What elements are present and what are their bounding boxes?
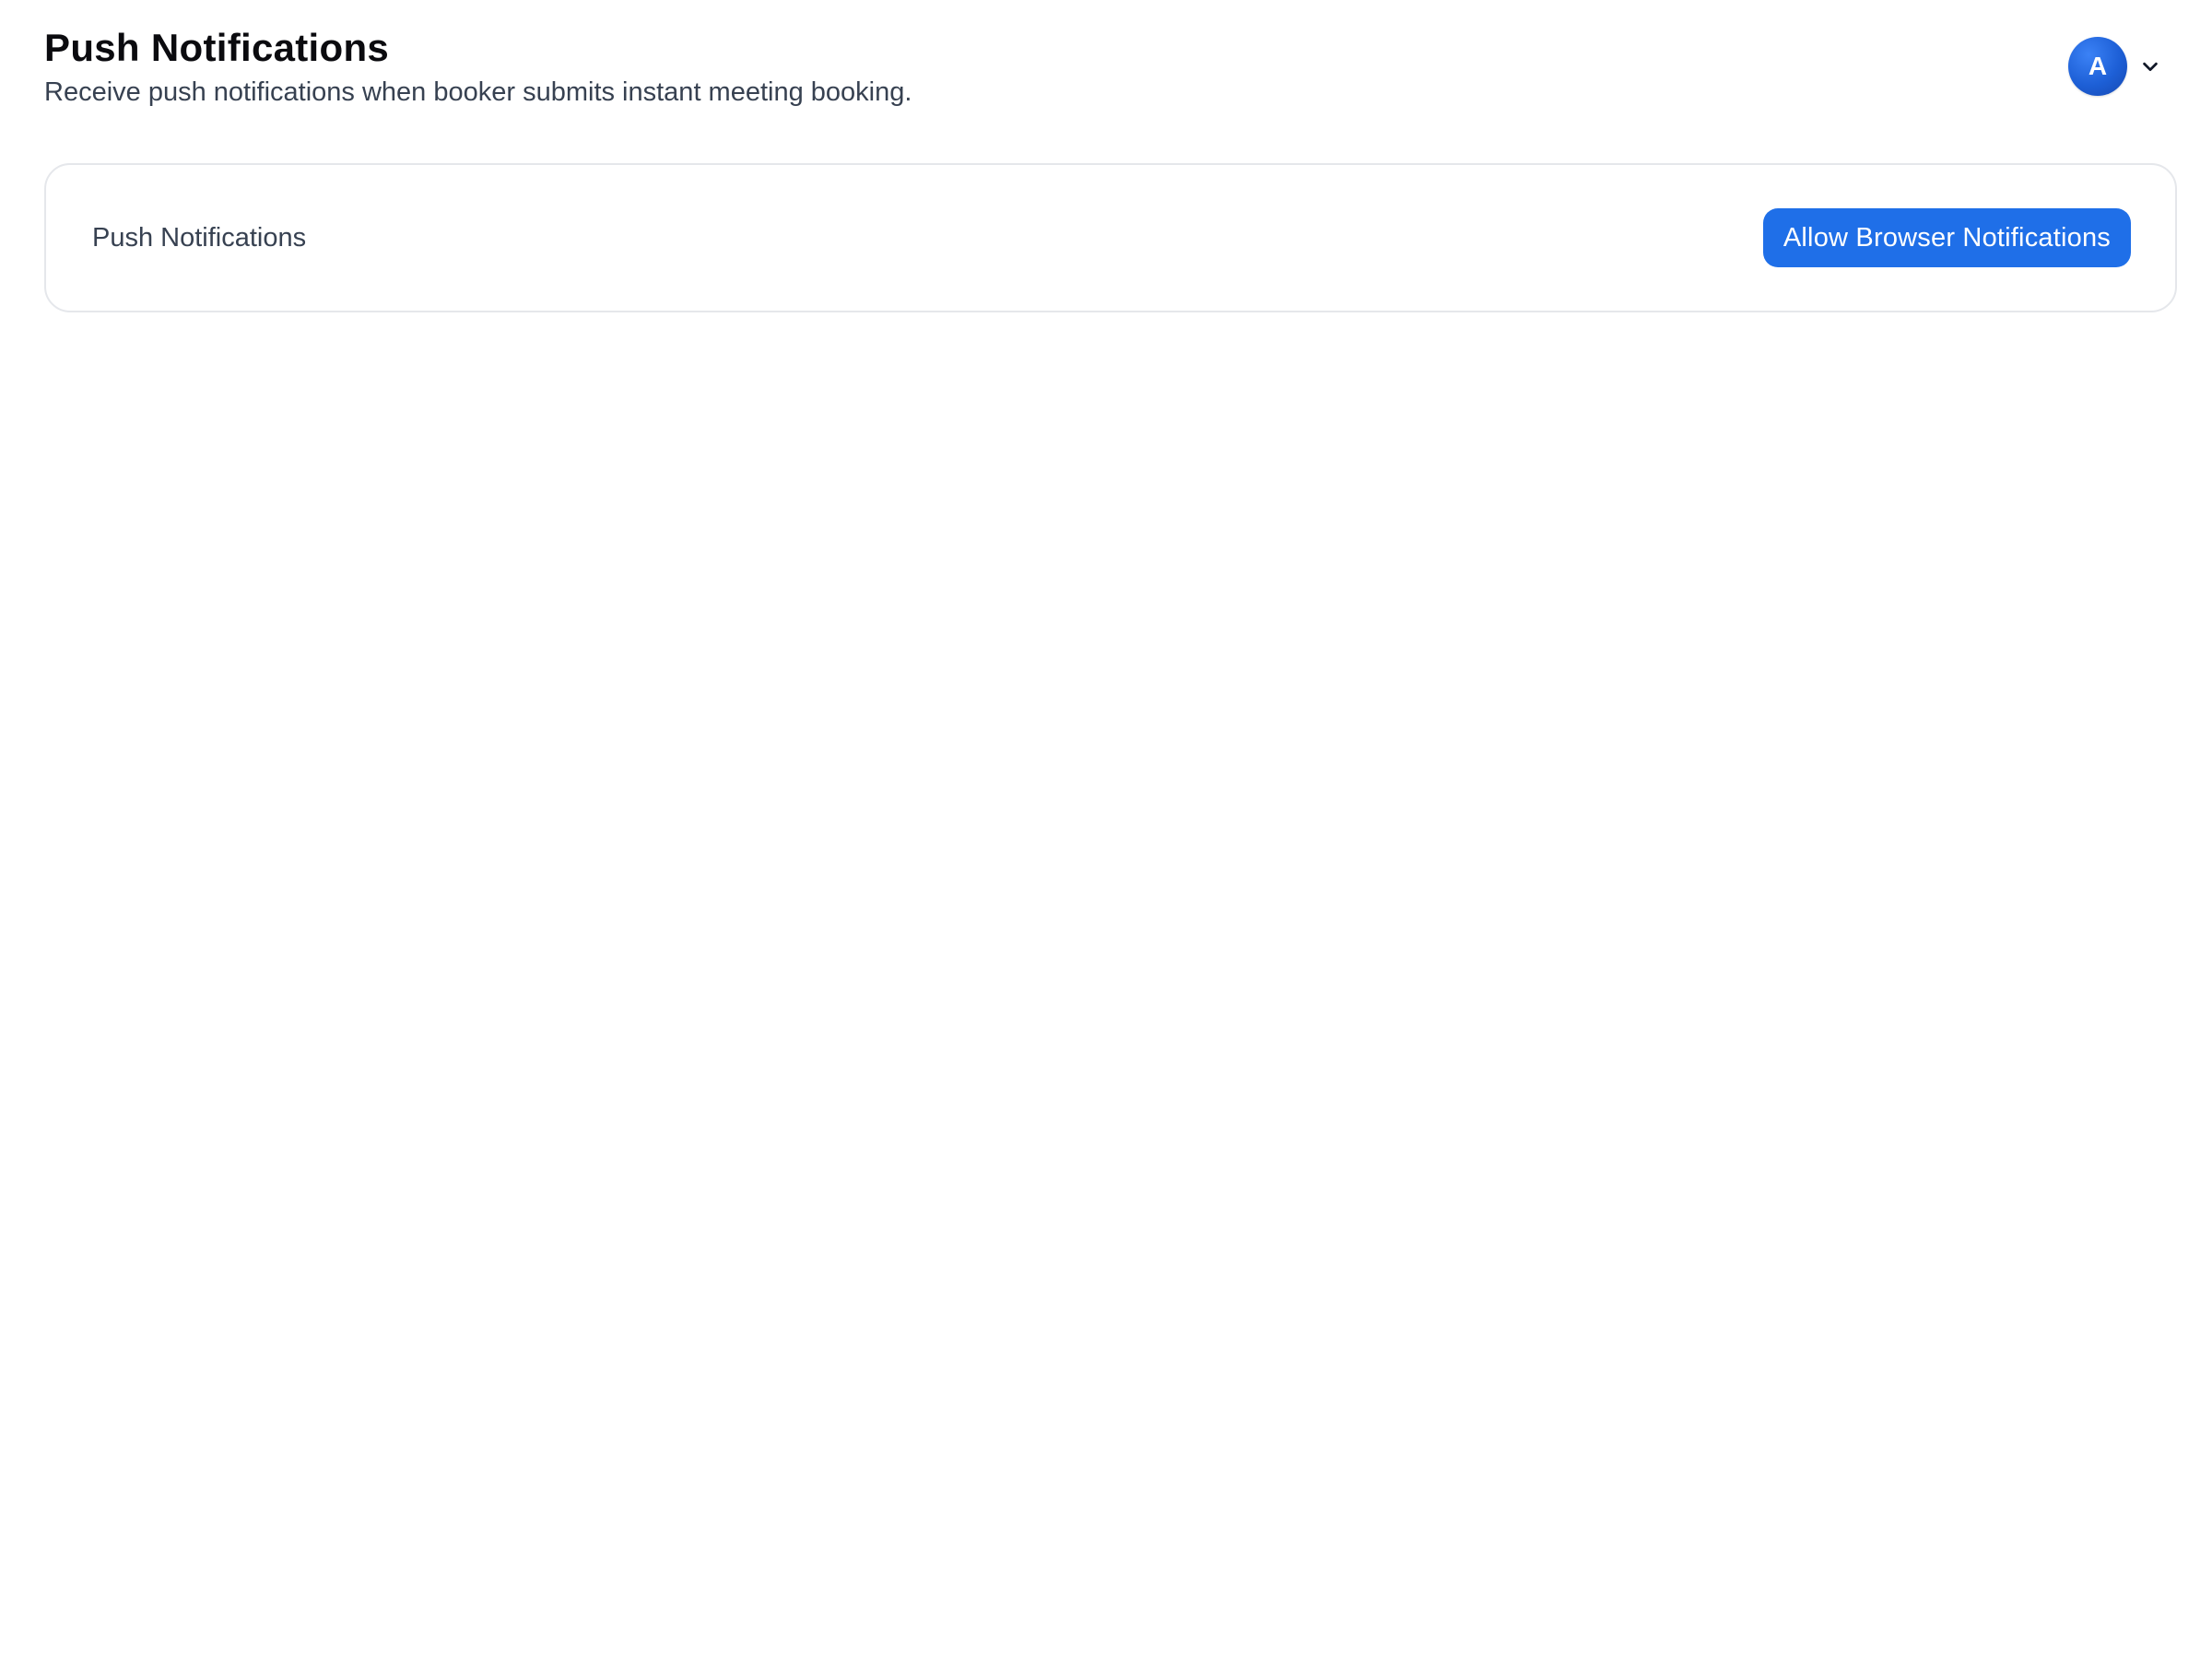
- card-label: Push Notifications: [92, 223, 307, 253]
- avatar[interactable]: A: [2068, 37, 2127, 96]
- chevron-down-icon[interactable]: [2138, 54, 2162, 78]
- avatar-initial: A: [2088, 52, 2108, 80]
- page: Push Notifications Receive push notifica…: [0, 0, 2212, 1659]
- page-title: Push Notifications: [44, 26, 390, 69]
- allow-browser-notifications-button[interactable]: Allow Browser Notifications: [1762, 208, 2131, 267]
- page-subtitle: Receive push notifications when booker s…: [44, 77, 912, 107]
- user-menu[interactable]: A: [2068, 37, 2162, 96]
- push-notifications-card: Push Notifications Allow Browser Notific…: [44, 163, 2177, 312]
- page-header: Push Notifications Receive push notifica…: [44, 24, 912, 109]
